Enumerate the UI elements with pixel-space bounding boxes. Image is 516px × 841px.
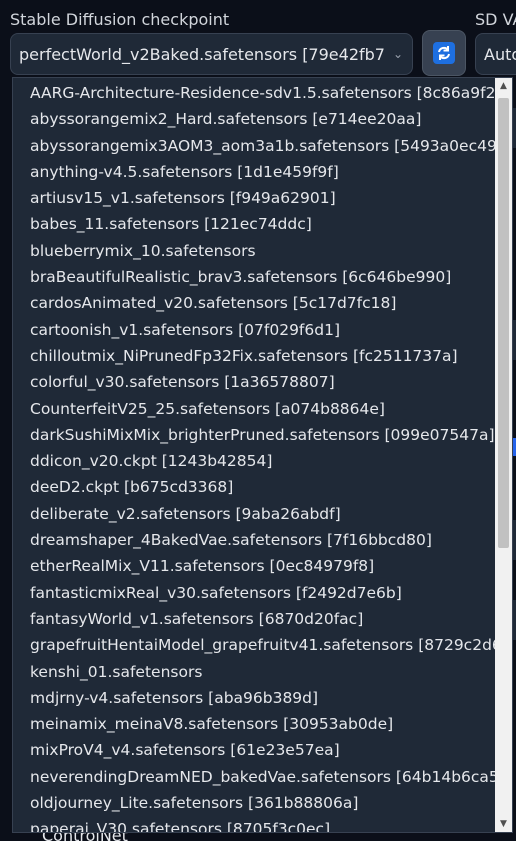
- dropdown-option[interactable]: paperai_V30.safetensors [8705f3c0ec]: [13, 816, 495, 832]
- dropdown-option[interactable]: kenshi_01.safetensors: [13, 659, 495, 685]
- refresh-button[interactable]: [422, 30, 466, 76]
- dropdown-option[interactable]: grapefruitHentaiModel_grapefruitv41.safe…: [13, 632, 512, 658]
- dropdown-option[interactable]: dreamshaper_4BakedVae.safetensors [7f16b…: [13, 527, 495, 553]
- scrollbar-thumb[interactable]: [498, 98, 509, 548]
- dropdown-option[interactable]: darkSushiMixMix_brighterPruned.safetenso…: [13, 422, 495, 448]
- dropdown-option[interactable]: ddicon_v20.ckpt [1243b42854]: [13, 448, 495, 474]
- dropdown-option[interactable]: mixProV4_v4.safetensors [61e23e57ea]: [13, 737, 495, 763]
- dropdown-option[interactable]: chilloutmix_NiPrunedFp32Fix.safetensors …: [13, 343, 495, 369]
- checkpoint-dropdown-list[interactable]: AARG-Architecture-Residence-sdv1.5.safet…: [12, 77, 513, 833]
- dropdown-option[interactable]: neverendingDreamNED_bakedVae.safetensors…: [13, 764, 505, 790]
- dropdown-option[interactable]: blueberrymix_10.safetensors: [13, 238, 495, 264]
- dropdown-option[interactable]: anything-v4.5.safetensors [1d1e459f9f]: [13, 159, 495, 185]
- chevron-down-icon: ⌄: [392, 47, 404, 61]
- dropdown-option[interactable]: artiusv15_v1.safetensors [f949a62901]: [13, 185, 495, 211]
- vae-select[interactable]: Automatic: [475, 33, 516, 75]
- dropdown-option[interactable]: fantasticmixReal_v30.safetensors [f2492d…: [13, 580, 495, 606]
- dropdown-option[interactable]: cardosAnimated_v20.safetensors [5c17d7fc…: [13, 290, 495, 316]
- dropdown-option[interactable]: abyssorangemix2_Hard.safetensors [e714ee…: [13, 106, 495, 132]
- dropdown-option[interactable]: babes_11.safetensors [121ec74ddc]: [13, 211, 495, 237]
- scroll-down-arrow-icon[interactable]: ▼: [495, 816, 512, 832]
- dropdown-option[interactable]: etherRealMix_V11.safetensors [0ec84979f8…: [13, 553, 495, 579]
- dropdown-option[interactable]: cartoonish_v1.safetensors [07f029f6d1]: [13, 317, 495, 343]
- dropdown-option[interactable]: deliberate_v2.safetensors [9aba26abdf]: [13, 501, 495, 527]
- app-root: Stable Diffusion checkpoint SD VAE perfe…: [0, 0, 516, 841]
- vae-label: SD VAE: [475, 10, 516, 29]
- checkpoint-selected-value: perfectWorld_v2Baked.safetensors [79e42f…: [19, 44, 384, 64]
- dropdown-option[interactable]: AARG-Architecture-Residence-sdv1.5.safet…: [13, 80, 512, 106]
- dropdown-option[interactable]: deeD2.ckpt [b675cd3368]: [13, 474, 495, 500]
- scroll-up-arrow-icon[interactable]: ▲: [495, 78, 512, 94]
- vae-selected-value: Automatic: [484, 44, 516, 64]
- checkpoint-select[interactable]: perfectWorld_v2Baked.safetensors [79e42f…: [10, 33, 413, 75]
- dropdown-option[interactable]: braBeautifulRealistic_brav3.safetensors …: [13, 264, 495, 290]
- dropdown-option[interactable]: abyssorangemix3AOM3_aom3a1b.safetensors …: [13, 133, 503, 159]
- refresh-icon: [433, 42, 455, 64]
- dropdown-option[interactable]: CounterfeitV25_25.safetensors [a074b8864…: [13, 396, 495, 422]
- checkpoint-label: Stable Diffusion checkpoint: [10, 10, 230, 29]
- dropdown-option[interactable]: meinamix_meinaV8.safetensors [30953ab0de…: [13, 711, 495, 737]
- dropdown-option[interactable]: oldjourney_Lite.safetensors [361b88806a]: [13, 790, 495, 816]
- dropdown-scrollbar[interactable]: ▲ ▼: [495, 78, 512, 832]
- dropdown-options: AARG-Architecture-Residence-sdv1.5.safet…: [13, 80, 512, 832]
- dropdown-option[interactable]: colorful_v30.safetensors [1a36578807]: [13, 369, 495, 395]
- dropdown-option[interactable]: fantasyWorld_v1.safetensors [6870d20fac]: [13, 606, 495, 632]
- dropdown-option[interactable]: mdjrny-v4.safetensors [aba96b389d]: [13, 685, 495, 711]
